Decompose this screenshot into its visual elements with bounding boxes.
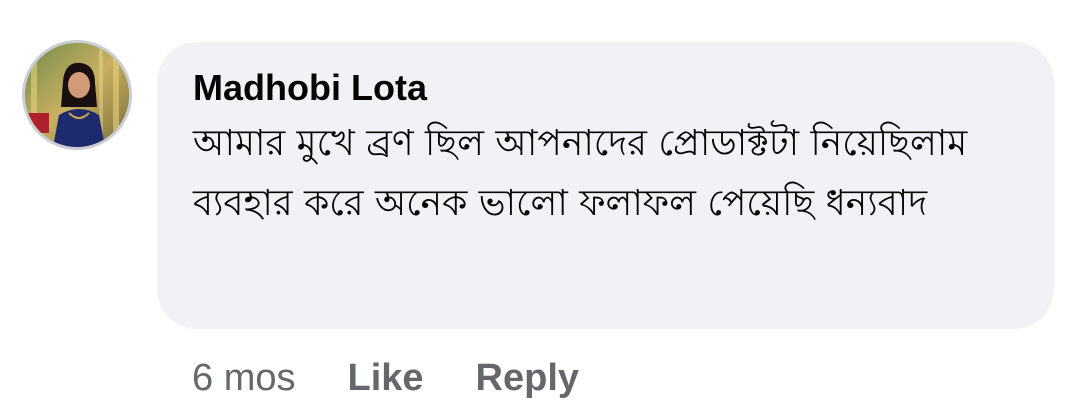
comment-text: আমার মুখে ব্রণ ছিল আপনাদের প্রোডাক্টটা ন… — [193, 123, 968, 224]
like-button[interactable]: Like — [347, 357, 423, 400]
comment-bubble: Madhobi Lota আমার মুখে ব্রণ ছিল আপনাদের … — [157, 42, 1054, 329]
comment: Madhobi Lota আমার মুখে ব্রণ ছিল আপনাদের … — [0, 0, 1080, 407]
comment-actions: 6 mos Like Reply — [192, 352, 631, 404]
reply-button[interactable]: Reply — [476, 357, 579, 400]
comment-timestamp[interactable]: 6 mos — [192, 357, 295, 400]
profile-photo-icon — [25, 43, 129, 147]
avatar[interactable] — [22, 40, 132, 150]
comment-author[interactable]: Madhobi Lota — [193, 66, 1018, 110]
